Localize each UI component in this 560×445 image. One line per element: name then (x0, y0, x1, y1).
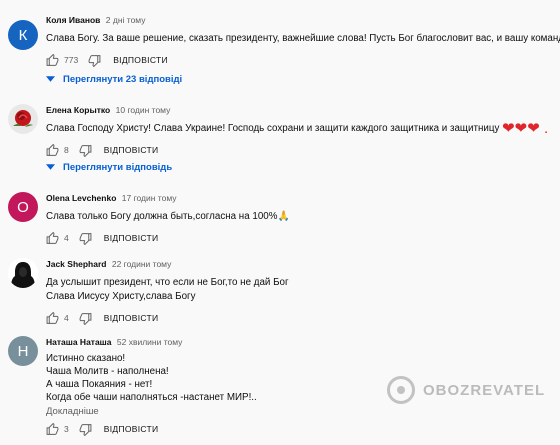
timestamp[interactable]: 10 годин тому (116, 105, 171, 115)
like-icon[interactable] (46, 143, 59, 157)
comment-text: Слава только Богу должна быть,согласна н… (46, 210, 554, 224)
avatar-letter: O (17, 198, 29, 216)
comment-actions: 8 ВІДПОВІСТИ (46, 142, 554, 158)
comment-text: Слава Богу. За ваше решение, сказать пре… (46, 32, 560, 46)
pray-emoji: 🙏 (277, 211, 290, 222)
view-replies-button[interactable]: Переглянути відповідь (46, 162, 172, 173)
avatar[interactable]: К (8, 20, 38, 50)
dislike-icon[interactable] (79, 144, 92, 157)
like-count: 8 (64, 145, 69, 155)
dislike-icon[interactable] (79, 312, 92, 325)
author-name[interactable]: Jack Shephard (46, 259, 106, 269)
like-icon[interactable] (46, 422, 59, 436)
avatar-letter: К (18, 26, 28, 44)
comment-actions: 4 ВІДПОВІСТИ (46, 310, 554, 326)
like-icon[interactable] (46, 231, 59, 245)
reply-button[interactable]: ВІДПОВІСТИ (104, 145, 159, 155)
watermark-logo-icon (387, 376, 415, 404)
like-icon[interactable] (46, 53, 59, 67)
avatar-letter: Н (17, 342, 29, 360)
author-name[interactable]: Коля Иванов (46, 15, 100, 25)
comment-actions: 773 ВІДПОВІСТИ (46, 52, 554, 68)
watermark: OBOZREVATEL (387, 376, 545, 404)
comment-header: Елена Корытко 10 годин тому (46, 104, 554, 116)
dislike-icon[interactable] (79, 232, 92, 245)
chevron-down-icon (46, 162, 55, 173)
author-name[interactable]: Наташа Наташа (46, 337, 112, 347)
like-icon[interactable] (46, 311, 59, 325)
author-name[interactable]: Olena Levchenko (46, 193, 116, 203)
comment-actions: 4 ВІДПОВІСТИ (46, 230, 554, 246)
like-count: 4 (64, 313, 69, 323)
dislike-icon[interactable] (79, 423, 92, 436)
author-name[interactable]: Елена Корытко (46, 105, 110, 115)
comment-text: Да услышит президент, что если не Бог,то… (46, 276, 554, 304)
watermark-text: OBOZREVATEL (423, 381, 546, 399)
rose-icon (8, 104, 38, 134)
comment-line: Слава Богу. За ваше решение, сказать пре… (46, 33, 560, 44)
like-count: 3 (64, 424, 69, 434)
dislike-icon[interactable] (88, 54, 101, 67)
comment-line: Слава Иисусу Христу,слава Богу (46, 291, 196, 302)
comment-line: Да услышит президент, что если не Бог,то… (46, 277, 289, 288)
timestamp[interactable]: 2 дні тому (106, 15, 146, 25)
comment-line: Слава только Богу должна быть,согласна н… (46, 211, 278, 222)
avatar[interactable] (8, 258, 38, 288)
reply-button[interactable]: ВІДПОВІСТИ (113, 55, 168, 65)
timestamp[interactable]: 52 хвилини тому (117, 337, 183, 347)
view-replies-label: Переглянути 23 відповіді (63, 74, 183, 85)
reply-button[interactable]: ВІДПОВІСТИ (104, 233, 159, 243)
timestamp[interactable]: 17 годин тому (122, 193, 177, 203)
comment-line: Истинно сказано! (46, 353, 126, 364)
avatar[interactable]: O (8, 192, 38, 222)
comment-header: Olena Levchenko 17 годин тому (46, 192, 554, 204)
avatar[interactable] (8, 104, 38, 134)
like-count: 773 (64, 55, 79, 65)
view-replies-button[interactable]: Переглянути 23 відповіді (46, 74, 182, 85)
hooded-figure-icon (8, 258, 38, 288)
reply-button[interactable]: ВІДПОВІСТИ (104, 424, 159, 434)
view-replies-label: Переглянути відповідь (63, 162, 173, 173)
timestamp[interactable]: 22 години тому (112, 259, 172, 269)
comment-text: Слава Господу Христу! Слава Украине! Гос… (46, 120, 554, 137)
comment-header: Jack Shephard 22 години тому (46, 258, 554, 270)
read-more-button[interactable]: Докладніше (46, 406, 554, 417)
heart-emoji: ❤❤❤ . (502, 120, 549, 137)
comment-header: Коля Иванов 2 дні тому (46, 14, 554, 26)
avatar[interactable]: Н (8, 336, 38, 366)
reply-button[interactable]: ВІДПОВІСТИ (104, 313, 159, 323)
comment-header: Наташа Наташа 52 хвилини тому (46, 336, 554, 348)
chevron-down-icon (46, 74, 55, 85)
like-count: 4 (64, 233, 69, 243)
comment-line: Слава Господу Христу! Слава Украине! Гос… (46, 123, 500, 134)
comment-actions: 3 ВІДПОВІСТИ (46, 421, 554, 437)
